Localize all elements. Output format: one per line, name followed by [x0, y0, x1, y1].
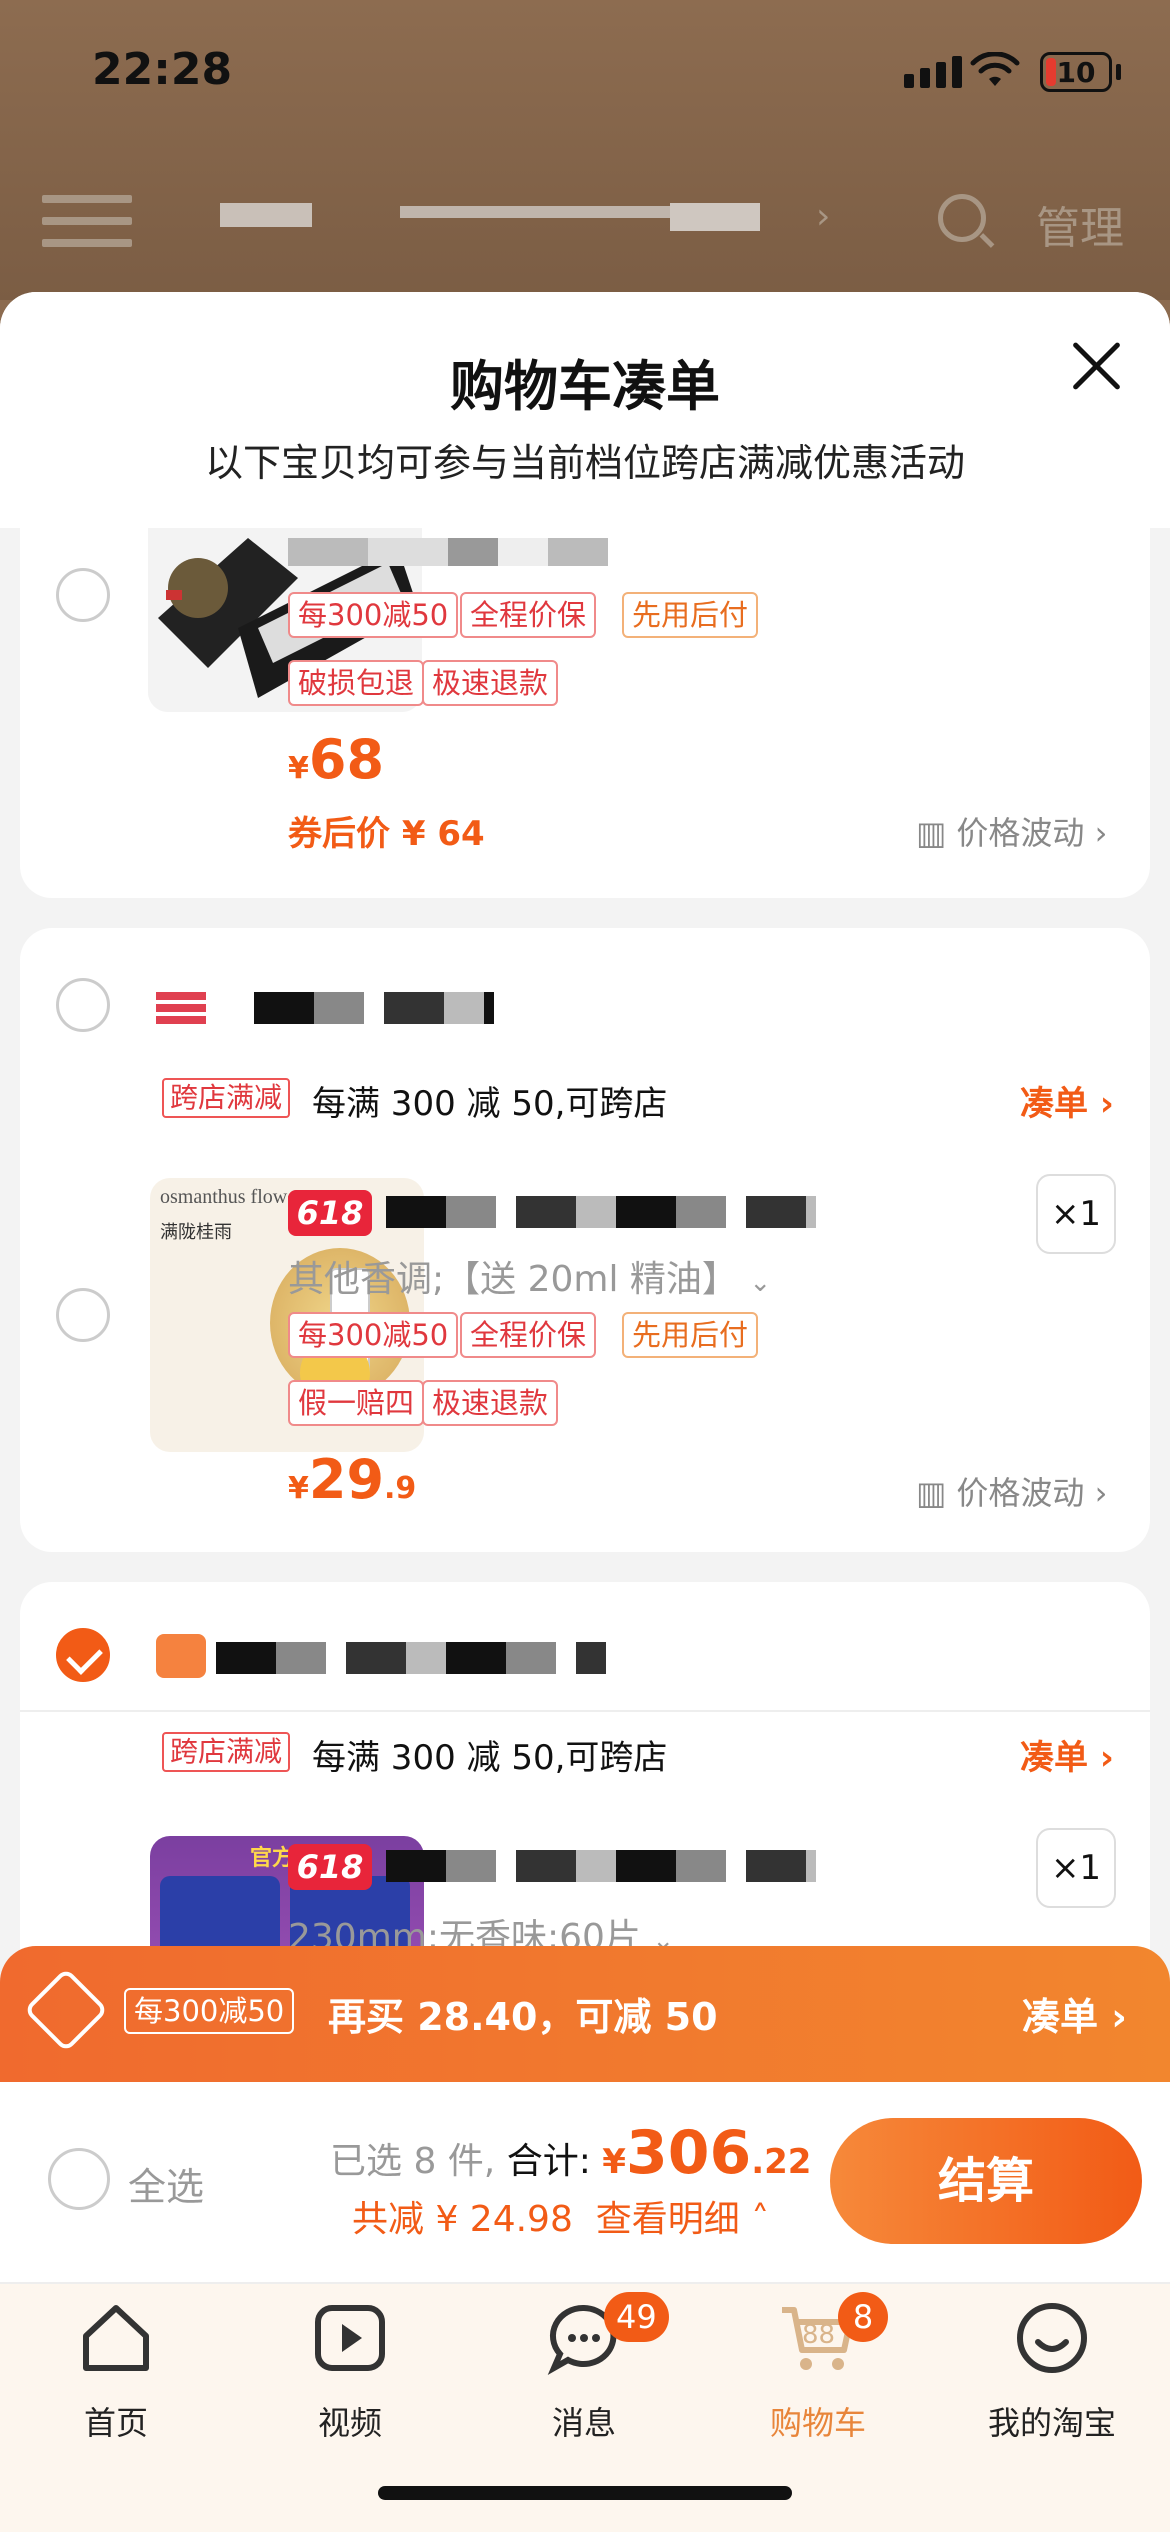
price: ¥68 — [288, 728, 385, 791]
total-label: 合计: — [506, 2141, 591, 2182]
search-icon[interactable] — [938, 194, 986, 242]
shop-card: 跨店满减 每满 300 减 50,可跨店 凑单 › osmanthus flow… — [20, 928, 1150, 1552]
shop-checkbox-checked[interactable] — [56, 1628, 110, 1682]
profile-icon — [1017, 2303, 1087, 2373]
status-bar: 22:28 10 — [0, 0, 1170, 150]
price: ¥29.9 — [288, 1448, 417, 1511]
status-time: 22:28 — [92, 44, 233, 95]
redacted-shop-name — [254, 992, 494, 1024]
price-trend-link[interactable]: ▥ 价格波动 › — [916, 808, 1107, 854]
sheet-subtitle: 以下宝贝均可参与当前档位跨店满减优惠活动 — [204, 441, 965, 485]
tab-profile[interactable]: 我的淘宝 — [952, 2298, 1152, 2444]
message-badge: 49 — [604, 2292, 669, 2342]
product-card: 每300减50 全程价保 先用后付 破损包退 极速退款 ¥68 券后价 ¥ 64… — [20, 528, 1150, 898]
promo-tag: 每300减50 — [288, 1312, 459, 1358]
chart-icon: ▥ — [916, 1474, 947, 1512]
add-on-link[interactable]: 凑单 › — [1020, 1730, 1114, 1779]
variant-select[interactable]: 其他香调;【送 20ml 精油】 ⌄ — [288, 1250, 771, 1302]
price-trend-link[interactable]: ▥ 价格波动 › — [916, 1468, 1107, 1514]
promo-tag: 每300减50 — [124, 1988, 295, 2034]
tab-home[interactable]: 首页 — [16, 2298, 216, 2444]
add-on-link[interactable]: 凑单 › — [1022, 1986, 1127, 2041]
promo-tag: 每300减50 — [288, 592, 459, 638]
thumb-subtitle: 满陇桂雨 — [160, 1222, 232, 1243]
tab-label: 购物车 — [769, 2404, 866, 2442]
redacted-title — [288, 538, 608, 566]
battery-icon: 10 — [1040, 52, 1112, 92]
coupon-price: 券后价 ¥ 64 — [288, 814, 485, 854]
cross-store-tag: 跨店满减 — [162, 1078, 291, 1118]
promo-text: 每满 300 减 50,可跨店 — [312, 1738, 668, 1778]
video-icon — [315, 2305, 385, 2371]
manage-button[interactable]: 管理 — [1036, 192, 1124, 256]
close-icon[interactable] — [1068, 338, 1124, 394]
discount-amount: 共减 ¥ 24.98 — [352, 2199, 573, 2240]
menu-icon[interactable] — [42, 195, 132, 251]
service-tag: 先用后付 — [622, 1312, 759, 1358]
signal-icon — [904, 56, 962, 88]
discount-line[interactable]: 共减 ¥ 24.98 查看明细 ˄ — [352, 2190, 769, 2242]
redacted-title — [386, 1196, 816, 1228]
service-tag: 极速退款 — [422, 660, 559, 706]
tab-cart[interactable]: 88 购物车 — [718, 2298, 918, 2444]
tab-label: 消息 — [551, 2404, 616, 2442]
service-tag: 极速退款 — [422, 1380, 559, 1426]
cart-badge: 8 — [838, 2292, 888, 2342]
battery-level: 10 — [1056, 55, 1096, 89]
chevron-up-icon: ˄ — [751, 2199, 770, 2240]
shop-logo — [156, 992, 206, 1026]
total-price: ¥306.22 — [602, 2118, 812, 2188]
select-all-label[interactable]: 全选 — [128, 2156, 204, 2211]
tab-label: 首页 — [83, 2404, 148, 2442]
item-checkbox[interactable] — [56, 1288, 110, 1342]
selected-count: 已选 8 件, — [330, 2141, 496, 2182]
promo-text: 每满 300 减 50,可跨店 — [312, 1084, 668, 1124]
battery-tip — [1116, 64, 1121, 80]
redacted-text — [220, 203, 312, 227]
quantity-button[interactable]: ×1 — [1036, 1828, 1116, 1908]
redacted-shop-name — [216, 1642, 606, 1674]
sheet-header: 购物车凑单 以下宝贝均可参与当前档位跨店满减优惠活动 — [0, 292, 1170, 528]
redacted-text — [670, 203, 760, 231]
chevron-down-icon: ⌄ — [749, 1268, 772, 1298]
618-badge: 618 — [288, 1844, 372, 1890]
shop-icon — [156, 1634, 206, 1678]
shop-checkbox[interactable] — [56, 978, 110, 1032]
summary-line: 已选 8 件, 合计: ¥306.22 — [330, 2118, 811, 2188]
home-icon — [83, 2305, 149, 2371]
chart-icon: ▥ — [916, 814, 947, 852]
select-all-checkbox[interactable] — [48, 2148, 110, 2210]
tab-video[interactable]: 视频 — [250, 2298, 450, 2444]
item-checkbox[interactable] — [56, 568, 110, 622]
divider — [20, 1710, 1150, 1712]
home-indicator — [378, 2486, 792, 2500]
service-tag: 先用后付 — [622, 592, 759, 638]
promo-message: 再买 28.40，可减 50 — [328, 1995, 718, 2039]
618-badge: 618 — [288, 1190, 372, 1236]
service-tag: 破损包退 — [288, 660, 425, 706]
promo-tag: 全程价保 — [460, 1312, 597, 1358]
sheet-title: 购物车凑单 — [450, 355, 720, 418]
checkout-button[interactable]: 结算 — [830, 2118, 1142, 2244]
chevron-right-icon: › — [816, 196, 831, 237]
redacted-title — [386, 1850, 816, 1882]
tab-label: 我的淘宝 — [987, 2404, 1116, 2442]
view-details[interactable]: 查看明细 — [596, 2199, 740, 2240]
wifi-icon — [970, 52, 1020, 86]
add-on-link[interactable]: 凑单 › — [1020, 1076, 1114, 1125]
quantity-button[interactable]: ×1 — [1036, 1174, 1116, 1254]
cross-store-tag: 跨店满减 — [162, 1732, 291, 1772]
service-tag: 假一赔四 — [288, 1380, 425, 1426]
redacted-text — [400, 206, 670, 218]
cart-count: 88 — [802, 2320, 836, 2350]
promo-tag: 全程价保 — [460, 592, 597, 638]
tab-label: 视频 — [317, 2404, 382, 2442]
